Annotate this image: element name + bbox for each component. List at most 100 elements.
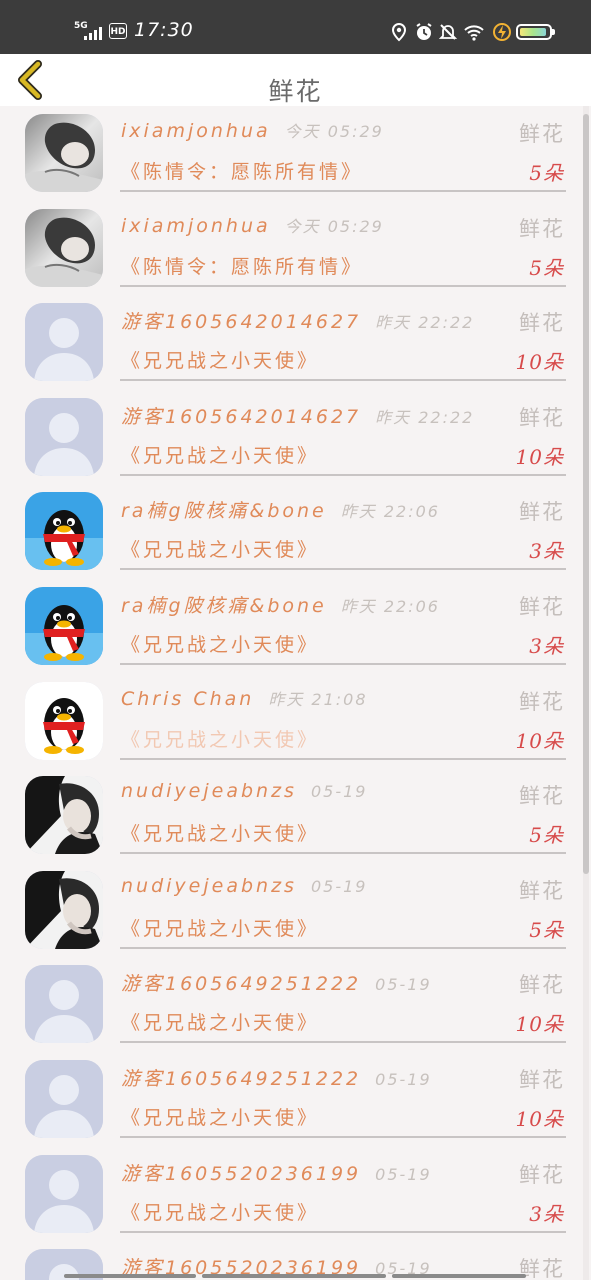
- list-item[interactable]: 游客1605642014627 昨天 22:22 鲜花 《兄兄战之小天使》 10朵: [0, 295, 580, 390]
- avatar[interactable]: [25, 1154, 103, 1233]
- avatar[interactable]: [25, 492, 103, 571]
- battery-icon: [516, 24, 552, 40]
- scrollbar[interactable]: [583, 106, 589, 1280]
- list-item[interactable]: 游客1605649251222 05-19 鲜花《兄兄战之小天使》 10朵: [0, 1052, 580, 1147]
- username: 游客1605649251222 05-19: [121, 969, 432, 996]
- flower-amount: 5朵: [529, 161, 564, 185]
- hd-badge: HD: [109, 23, 127, 39]
- timestamp: 昨天 21:08: [268, 689, 368, 709]
- avatar[interactable]: [25, 587, 103, 665]
- gift-book-title[interactable]: 《兄兄战之小天使》: [121, 441, 319, 468]
- avatar[interactable]: [25, 965, 103, 1044]
- timestamp: 昨天 22:22: [375, 313, 475, 333]
- divider: [120, 379, 566, 382]
- flower-amount: 10朵: [515, 1012, 564, 1037]
- divider: [120, 946, 566, 949]
- timestamp: 05-19: [375, 1070, 432, 1089]
- username-text: nudiyejeabnzs: [121, 874, 297, 897]
- username: nudiyejeabnzs 05-19: [121, 875, 367, 897]
- gift-book-title[interactable]: 《陈情令：愿陈所有情》: [121, 252, 363, 279]
- username: Chris Chan 昨天 21:08: [121, 686, 368, 710]
- flower-label: 鲜花: [519, 973, 565, 998]
- flower-label: 鲜花: [519, 784, 565, 809]
- username: 游客1605649251222 05-19: [121, 1064, 432, 1091]
- username: ra楠g陂核痛&bone 昨天 22:06: [121, 496, 440, 523]
- flower-label: 鲜花: [519, 689, 565, 714]
- list-item[interactable]: 游客1605642014627 昨天 22:22 鲜花 《兄兄战之小天使》 10朵: [0, 390, 580, 485]
- username-text: ra楠g陂核痛&bone: [121, 595, 327, 617]
- gift-book-title[interactable]: 《兄兄战之小天使》: [121, 1103, 319, 1130]
- scroll-thumb[interactable]: [583, 114, 589, 874]
- avatar[interactable]: [25, 114, 103, 192]
- flower-amount: 10朵: [515, 1107, 564, 1131]
- username: ra楠g陂核痛&bone 昨天 22:06: [121, 591, 440, 618]
- username-text: 游客1605649251222: [121, 1068, 362, 1090]
- list-item[interactable]: 游客1605520236199 05-19 鲜花 《兄兄战之小天使》 3朵: [0, 1147, 580, 1242]
- divider: [120, 190, 566, 192]
- flower-label: 鲜花: [519, 595, 565, 619]
- username-text: ixiamjonhua: [121, 120, 271, 142]
- flower-amount: 10朵: [515, 728, 564, 753]
- gift-book-title[interactable]: 《兄兄战之小天使》: [121, 535, 319, 562]
- gift-book-title[interactable]: 《兄兄战之小天使》: [121, 1198, 319, 1225]
- timestamp: 昨天 22:22: [375, 407, 475, 427]
- divider: [120, 757, 566, 760]
- avatar[interactable]: [25, 1060, 103, 1138]
- avatar[interactable]: [25, 776, 103, 855]
- username-text: Chris Chan: [121, 687, 255, 710]
- avatar[interactable]: [25, 870, 103, 949]
- gift-book-title[interactable]: 《兄兄战之小天使》: [121, 819, 319, 846]
- flower-gift-list[interactable]: ixiamjonhua 今天 05:29 鲜花 《陈情令：愿陈所有情》 5朵 ixiamj…: [0, 106, 591, 1280]
- gift-book-title[interactable]: 《兄兄战之小天使》: [121, 630, 319, 657]
- title-bar: 鲜花: [0, 54, 591, 106]
- username: 游客1605642014627 昨天 22:22: [121, 307, 474, 334]
- gift-book-title[interactable]: 《兄兄战之小天使》: [121, 725, 319, 752]
- location-icon: [391, 22, 407, 42]
- mute-icon: [438, 24, 458, 40]
- avatar[interactable]: [25, 208, 103, 287]
- divider: [120, 852, 566, 855]
- divider: [120, 284, 566, 287]
- divider: [120, 1136, 566, 1138]
- flower-amount: 5朵: [529, 823, 564, 848]
- avatar[interactable]: [25, 681, 103, 760]
- username-text: 游客1605642014627: [121, 311, 362, 334]
- gift-book-title[interactable]: 《兄兄战之小天使》: [121, 1008, 319, 1035]
- avatar[interactable]: [25, 397, 103, 476]
- divider: [120, 473, 566, 476]
- avatar[interactable]: [25, 303, 103, 382]
- list-item[interactable]: nudiyejeabnzs 05-19 鲜花《兄兄战之小天使》 5朵: [0, 863, 580, 958]
- list-item[interactable]: nudiyejeabnzs 05-19 鲜花《兄兄战之小天使》 5朵: [0, 768, 580, 863]
- timestamp: 05-19: [310, 876, 368, 896]
- flower-amount: 3朵: [529, 634, 564, 658]
- list-item[interactable]: ixiamjonhua 今天 05:29 鲜花 《陈情令：愿陈所有情》 5朵: [0, 106, 580, 201]
- timestamp: 05-19: [310, 782, 368, 802]
- divider: [120, 1041, 566, 1044]
- gift-book-title[interactable]: 《兄兄战之小天使》: [121, 346, 319, 373]
- charging-icon: [493, 23, 511, 41]
- username: ixiamjonhua 今天 05:29: [121, 118, 384, 142]
- gift-book-title[interactable]: 《陈情令：愿陈所有情》: [121, 157, 363, 184]
- flower-amount: 10朵: [515, 350, 564, 375]
- page-title: 鲜花: [268, 77, 323, 106]
- gift-book-title[interactable]: 《兄兄战之小天使》: [121, 914, 319, 941]
- flower-amount: 3朵: [529, 539, 564, 564]
- list-item[interactable]: Chris Chan 昨天 21:08 鲜花《兄兄战之小天使》 10朵: [0, 674, 580, 769]
- list-item[interactable]: ra楠g陂核痛&bone 昨天 22:06 鲜花《兄兄战之小天使》 3朵: [0, 579, 580, 674]
- list-item[interactable]: ra楠g陂核痛&bone 昨天 22:06 鲜花《兄兄战之小天使》 3朵: [0, 484, 580, 579]
- flower-label: 鲜花: [519, 1068, 565, 1092]
- username-text: 游客1605649251222: [121, 973, 362, 996]
- username-text: 游客1605642014627: [121, 405, 362, 428]
- timestamp: 昨天 22:06: [340, 597, 440, 616]
- timestamp: 今天 05:29: [284, 122, 384, 141]
- flower-amount: 5朵: [529, 255, 564, 280]
- signal-icon: [84, 26, 106, 40]
- list-item[interactable]: 游客1605649251222 05-19 鲜花《兄兄战之小天使》 10朵: [0, 957, 580, 1052]
- flower-amount: 5朵: [529, 917, 564, 942]
- username-text: nudiyejeabnzs: [121, 780, 297, 803]
- divider: [120, 663, 566, 665]
- timestamp: 今天 05:29: [284, 216, 384, 236]
- flower-label: 鲜花: [519, 878, 565, 903]
- list-item[interactable]: ixiamjonhua 今天 05:29 鲜花 《陈情令：愿陈所有情》 5朵: [0, 201, 580, 296]
- flower-label: 鲜花: [519, 500, 565, 525]
